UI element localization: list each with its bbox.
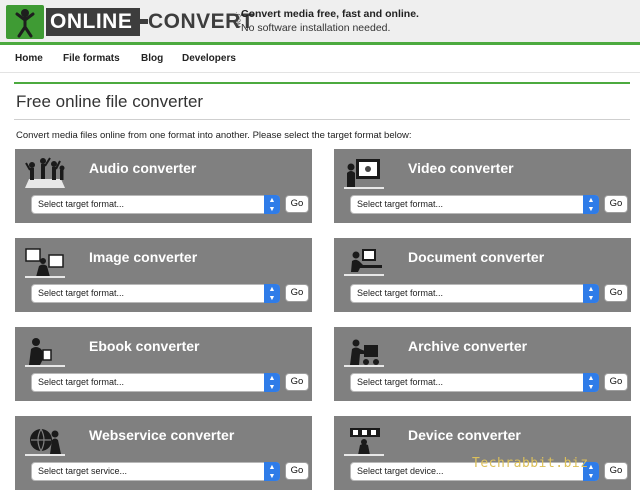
select-arrows-icon: ▲ ▼ xyxy=(583,373,599,392)
device-converter-card: Device converter Select target device...… xyxy=(334,416,631,490)
document-converter-card: Document converter Select target format.… xyxy=(334,238,631,312)
select-value: Select target device... xyxy=(357,466,444,476)
tagline-line2: No software installation needed. xyxy=(241,22,391,34)
select-value: Select target format... xyxy=(357,199,444,209)
image-photos-icon xyxy=(23,244,67,278)
select-value: Select target format... xyxy=(357,377,444,387)
select-value: Select target format... xyxy=(357,288,444,298)
site-header: ONLINE CONVERT .COM Convert media free, … xyxy=(0,0,640,45)
select-arrows-icon: ▲ ▼ xyxy=(264,462,280,481)
site-logo[interactable]: ONLINE CONVERT .COM xyxy=(6,5,255,39)
ebook-converter-card: Ebook converter Select target format... … xyxy=(15,327,312,401)
card-title: Archive converter xyxy=(408,338,528,354)
card-title: Image converter xyxy=(89,249,198,265)
webservice-globe-icon xyxy=(23,422,67,456)
card-title: Document converter xyxy=(408,249,545,265)
image-converter-card: Image converter Select target format... … xyxy=(15,238,312,312)
select-value: Select target format... xyxy=(38,199,125,209)
archive-converter-card: Archive converter Select target format..… xyxy=(334,327,631,401)
nav-blog[interactable]: Blog xyxy=(141,53,163,64)
title-divider xyxy=(14,119,630,120)
select-value: Select target service... xyxy=(38,466,128,476)
logo-figure-icon xyxy=(6,5,44,39)
select-arrows-icon: ▲ ▼ xyxy=(583,284,599,303)
go-button[interactable]: Go xyxy=(604,195,628,213)
document-desk-icon xyxy=(342,244,386,278)
select-value: Select target format... xyxy=(38,288,125,298)
select-arrows-icon: ▲ ▼ xyxy=(583,195,599,214)
page-title: Free online file converter xyxy=(16,92,204,111)
audio-converter-card: Audio converter Select target format... … xyxy=(15,149,312,223)
video-converter-card: Video converter Select target format... … xyxy=(334,149,631,223)
header-tagline: Convert media free, fast and online. No … xyxy=(241,7,419,35)
select-arrows-icon: ▲ ▼ xyxy=(264,195,280,214)
select-arrows-icon: ▲ ▼ xyxy=(264,284,280,303)
logo-text-com: .COM xyxy=(234,12,240,28)
go-button[interactable]: Go xyxy=(285,284,309,302)
ebook-reader-icon xyxy=(23,333,67,367)
device-player-icon xyxy=(342,422,386,456)
go-button[interactable]: Go xyxy=(285,462,309,480)
card-title: Audio converter xyxy=(89,160,197,176)
content-top-divider xyxy=(14,82,630,84)
go-button[interactable]: Go xyxy=(285,373,309,391)
card-title: Video converter xyxy=(408,160,514,176)
logo-text-convert: CONVERT xyxy=(148,10,255,33)
target-format-select[interactable]: Select target format... ▲ ▼ xyxy=(350,373,599,392)
go-button[interactable]: Go xyxy=(604,284,628,302)
go-button[interactable]: Go xyxy=(604,373,628,391)
nav-file-formats[interactable]: File formats xyxy=(63,53,120,64)
target-format-select[interactable]: Select target format... ▲ ▼ xyxy=(31,284,280,303)
card-title: Webservice converter xyxy=(89,427,235,443)
logo-dash xyxy=(140,19,148,24)
main-nav: Home File formats Blog Developers xyxy=(0,45,640,73)
logo-text-online: ONLINE xyxy=(46,8,140,36)
card-title: Device converter xyxy=(408,427,521,443)
go-button[interactable]: Go xyxy=(285,195,309,213)
select-arrows-icon: ▲ ▼ xyxy=(264,373,280,392)
nav-home[interactable]: Home xyxy=(15,53,43,64)
go-button[interactable]: Go xyxy=(604,462,628,480)
archive-mover-icon xyxy=(342,333,386,367)
target-format-select[interactable]: Select target format... ▲ ▼ xyxy=(350,284,599,303)
tagline-line1: Convert media free, fast and online. xyxy=(241,8,419,20)
intro-text: Convert media files online from one form… xyxy=(16,130,412,141)
webservice-converter-card: Webservice converter Select target servi… xyxy=(15,416,312,490)
target-service-select[interactable]: Select target service... ▲ ▼ xyxy=(31,462,280,481)
card-title: Ebook converter xyxy=(89,338,200,354)
video-tv-icon xyxy=(342,155,386,189)
nav-developers[interactable]: Developers xyxy=(182,53,236,64)
target-format-select[interactable]: Select target format... ▲ ▼ xyxy=(350,195,599,214)
target-format-select[interactable]: Select target format... ▲ ▼ xyxy=(31,195,280,214)
target-format-select[interactable]: Select target format... ▲ ▼ xyxy=(31,373,280,392)
select-value: Select target format... xyxy=(38,377,125,387)
audio-people-icon xyxy=(23,155,67,189)
watermark-text: Techrabbit.biz xyxy=(472,456,589,471)
